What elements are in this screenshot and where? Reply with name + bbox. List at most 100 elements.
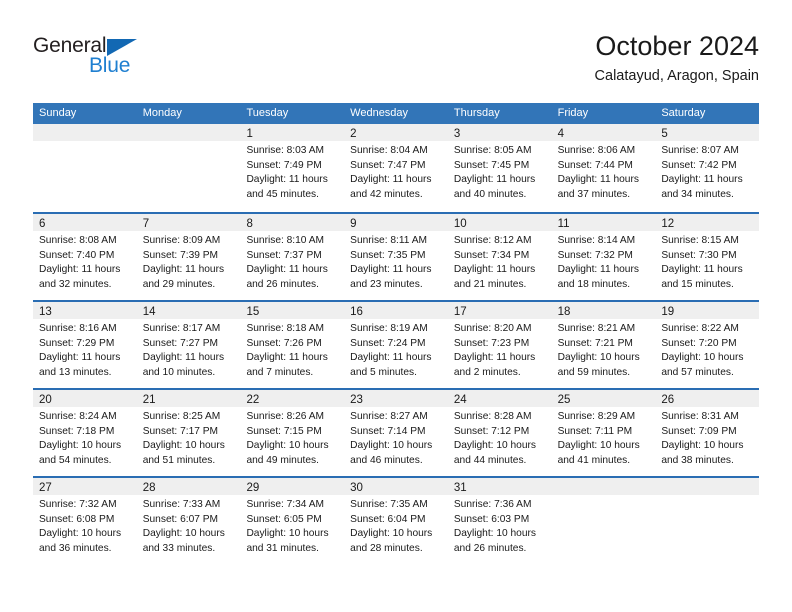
day-details: Sunrise: 8:28 AM Sunset: 7:12 PM Daylight:… [448, 407, 552, 468]
day-details: Sunrise: 8:20 AM Sunset: 7:23 PM Daylight:… [448, 319, 552, 380]
day-cell-15[interactable]: 15 Sunrise: 8:18 AM Sunset: 7:26 PM Dayligh… [240, 302, 345, 388]
day-cell-6[interactable]: 6 Sunrise: 8:08 AM Sunset: 7:40 PM Daylight… [33, 214, 137, 300]
sunset-text: Sunset: 7:42 PM [661, 159, 737, 171]
daylight-text-line2: and 51 minutes. [142, 454, 216, 466]
sunset-text: Sunset: 7:21 PM [557, 337, 633, 349]
day-number-band: 20 [33, 390, 137, 407]
day-number: 27 [39, 482, 52, 494]
day-cell-12[interactable]: 12 Sunrise: 8:15 AM Sunset: 7:30 PM Dayligh… [655, 214, 760, 300]
sunset-text: Sunset: 6:04 PM [350, 513, 426, 525]
day-cell-empty [33, 124, 137, 212]
day-details: Sunrise: 8:15 AM Sunset: 7:30 PM Daylight:… [655, 231, 759, 292]
day-cell-27[interactable]: 27 Sunrise: 7:32 AM Sunset: 6:08 PM Dayligh… [33, 478, 137, 564]
day-number: 29 [246, 482, 260, 494]
day-cell-3[interactable]: 3 Sunrise: 8:05 AM Sunset: 7:45 PM Daylight… [447, 124, 552, 212]
day-number: 9 [350, 218, 357, 230]
day-cell-13[interactable]: 13 Sunrise: 8:16 AM Sunset: 7:29 PM Dayligh… [33, 302, 137, 388]
daylight-text-line1: Daylight: 10 hours [453, 528, 536, 540]
day-number: 30 [350, 482, 363, 494]
day-cell-23[interactable]: 23 Sunrise: 8:27 AM Sunset: 7:14 PM Dayligh… [344, 390, 448, 476]
day-cell-8[interactable]: 8 Sunrise: 8:10 AM Sunset: 7:37 PM Daylight… [240, 214, 345, 300]
sunset-text: Sunset: 6:07 PM [142, 513, 219, 525]
sunrise-text: Sunrise: 8:28 AM [453, 411, 532, 422]
daylight-text-line1: Daylight: 11 hours [661, 174, 743, 186]
daylight-text-line1: Daylight: 11 hours [557, 264, 639, 276]
day-cell-10[interactable]: 10 Sunrise: 8:12 AM Sunset: 7:34 PM Dayligh… [447, 214, 552, 300]
daylight-text-line1: Daylight: 11 hours [453, 174, 536, 186]
day-cell-26[interactable]: 26 Sunrise: 8:31 AM Sunset: 7:09 PM Dayligh… [655, 390, 760, 476]
day-cell-2[interactable]: 2 Sunrise: 8:04 AM Sunset: 7:47 PM Daylight… [344, 124, 448, 212]
day-cell-16[interactable]: 16 Sunrise: 8:19 AM Sunset: 7:24 PM Dayligh… [344, 302, 448, 388]
sunrise-text: Sunrise: 7:36 AM [453, 499, 532, 510]
daylight-text-line1: Daylight: 10 hours [142, 440, 225, 452]
daylight-text-line2: and 57 minutes. [661, 366, 734, 378]
sunset-text: Sunset: 6:05 PM [246, 513, 322, 525]
daylight-text-line1: Daylight: 10 hours [661, 440, 744, 452]
sunset-text: Sunset: 7:44 PM [557, 159, 633, 171]
day-number-band: 15 [240, 302, 345, 319]
daylight-text-line1: Daylight: 11 hours [246, 352, 328, 364]
page-subtitle: Calatayud, Aragon, Spain [594, 68, 759, 84]
weekday-header-wednesday: Wednesday [350, 107, 409, 119]
day-cell-31[interactable]: 31 Sunrise: 7:36 AM Sunset: 6:03 PM Dayligh… [447, 478, 552, 564]
daylight-text-line2: and 21 minutes. [453, 278, 527, 290]
day-details: Sunrise: 8:25 AM Sunset: 7:17 PM Daylight:… [137, 407, 241, 468]
daylight-text-line1: Daylight: 10 hours [557, 352, 640, 364]
day-cell-1[interactable]: 1 Sunrise: 8:03 AM Sunset: 7:49 PM Daylight… [240, 124, 345, 212]
day-cell-29[interactable]: 29 Sunrise: 7:34 AM Sunset: 6:05 PM Dayligh… [240, 478, 345, 564]
day-number-band: 5 [655, 124, 760, 141]
day-cell-9[interactable]: 9 Sunrise: 8:11 AM Sunset: 7:35 PM Daylight… [344, 214, 448, 300]
calendar-week-row: 13 Sunrise: 8:16 AM Sunset: 7:29 PM Dayligh… [33, 300, 760, 388]
day-cell-30[interactable]: 30 Sunrise: 7:35 AM Sunset: 6:04 PM Dayligh… [344, 478, 448, 564]
day-cell-19[interactable]: 19 Sunrise: 8:22 AM Sunset: 7:20 PM Dayligh… [655, 302, 760, 388]
day-number-band: 7 [136, 214, 241, 231]
day-details: Sunrise: 8:09 AM Sunset: 7:39 PM Daylight:… [137, 231, 241, 292]
daylight-text-line1: Daylight: 10 hours [246, 528, 329, 540]
sunrise-text: Sunrise: 7:35 AM [350, 499, 428, 510]
day-cell-17[interactable]: 17 Sunrise: 8:20 AM Sunset: 7:23 PM Dayligh… [447, 302, 552, 388]
day-number: 28 [142, 482, 156, 494]
sunrise-text: Sunrise: 8:07 AM [661, 145, 739, 156]
calendar-week-row: 6 Sunrise: 8:08 AM Sunset: 7:40 PM Daylight… [33, 212, 760, 300]
daylight-text-line1: Daylight: 10 hours [350, 528, 433, 540]
day-number-band: 12 [655, 214, 760, 231]
sunrise-text: Sunrise: 8:20 AM [453, 323, 532, 334]
daylight-text-line1: Daylight: 11 hours [246, 264, 328, 276]
daylight-text-line2: and 46 minutes. [350, 454, 423, 466]
sunrise-text: Sunrise: 8:15 AM [661, 235, 739, 246]
day-details: Sunrise: 8:21 AM Sunset: 7:21 PM Daylight:… [552, 319, 656, 380]
day-cell-5[interactable]: 5 Sunrise: 8:07 AM Sunset: 7:42 PM Daylight… [655, 124, 760, 212]
day-details: Sunrise: 8:08 AM Sunset: 7:40 PM Daylight:… [33, 231, 137, 292]
sunrise-text: Sunrise: 8:11 AM [350, 235, 427, 246]
daylight-text-line1: Daylight: 11 hours [453, 264, 536, 276]
day-cell-18[interactable]: 18 Sunrise: 8:21 AM Sunset: 7:21 PM Dayligh… [551, 302, 656, 388]
day-number: 3 [453, 128, 461, 140]
day-number-band: 11 [551, 214, 656, 231]
day-cell-14[interactable]: 14 Sunrise: 8:17 AM Sunset: 7:27 PM Dayligh… [136, 302, 241, 388]
day-details [552, 495, 656, 498]
day-cell-20[interactable]: 20 Sunrise: 8:24 AM Sunset: 7:18 PM Dayligh… [33, 390, 137, 476]
day-cell-4[interactable]: 4 Sunrise: 8:06 AM Sunset: 7:44 PM Daylight… [551, 124, 656, 212]
day-cell-22[interactable]: 22 Sunrise: 8:26 AM Sunset: 7:15 PM Dayligh… [240, 390, 345, 476]
day-cell-21[interactable]: 21 Sunrise: 8:25 AM Sunset: 7:17 PM Dayligh… [136, 390, 241, 476]
sunrise-text: Sunrise: 8:09 AM [142, 235, 221, 246]
day-cell-28[interactable]: 28 Sunrise: 7:33 AM Sunset: 6:07 PM Dayligh… [136, 478, 241, 564]
sunrise-text: Sunrise: 8:19 AM [350, 323, 428, 334]
day-number: 8 [246, 218, 253, 230]
daylight-text-line2: and 32 minutes. [39, 278, 112, 290]
day-number: 11 [557, 218, 570, 230]
daylight-text-line2: and 7 minutes. [246, 366, 314, 378]
daylight-text-line1: Daylight: 10 hours [246, 440, 329, 452]
day-cell-24[interactable]: 24 Sunrise: 8:28 AM Sunset: 7:12 PM Dayligh… [447, 390, 552, 476]
day-cell-25[interactable]: 25 Sunrise: 8:29 AM Sunset: 7:11 PM Dayligh… [551, 390, 656, 476]
daylight-text-line2: and 28 minutes. [350, 542, 423, 554]
sunrise-text: Sunrise: 8:03 AM [246, 145, 325, 156]
day-cell-11[interactable]: 11 Sunrise: 8:14 AM Sunset: 7:32 PM Dayligh… [551, 214, 656, 300]
daylight-text-line2: and 44 minutes. [453, 454, 527, 466]
day-number: 13 [39, 306, 52, 318]
daylight-text-line2: and 26 minutes. [453, 542, 527, 554]
sunset-text: Sunset: 7:40 PM [39, 249, 115, 261]
general-blue-logo[interactable]: General Blue [33, 34, 233, 90]
day-cell-7[interactable]: 7 Sunrise: 8:09 AM Sunset: 7:39 PM Daylight… [136, 214, 241, 300]
sunrise-text: Sunrise: 8:04 AM [350, 145, 428, 156]
